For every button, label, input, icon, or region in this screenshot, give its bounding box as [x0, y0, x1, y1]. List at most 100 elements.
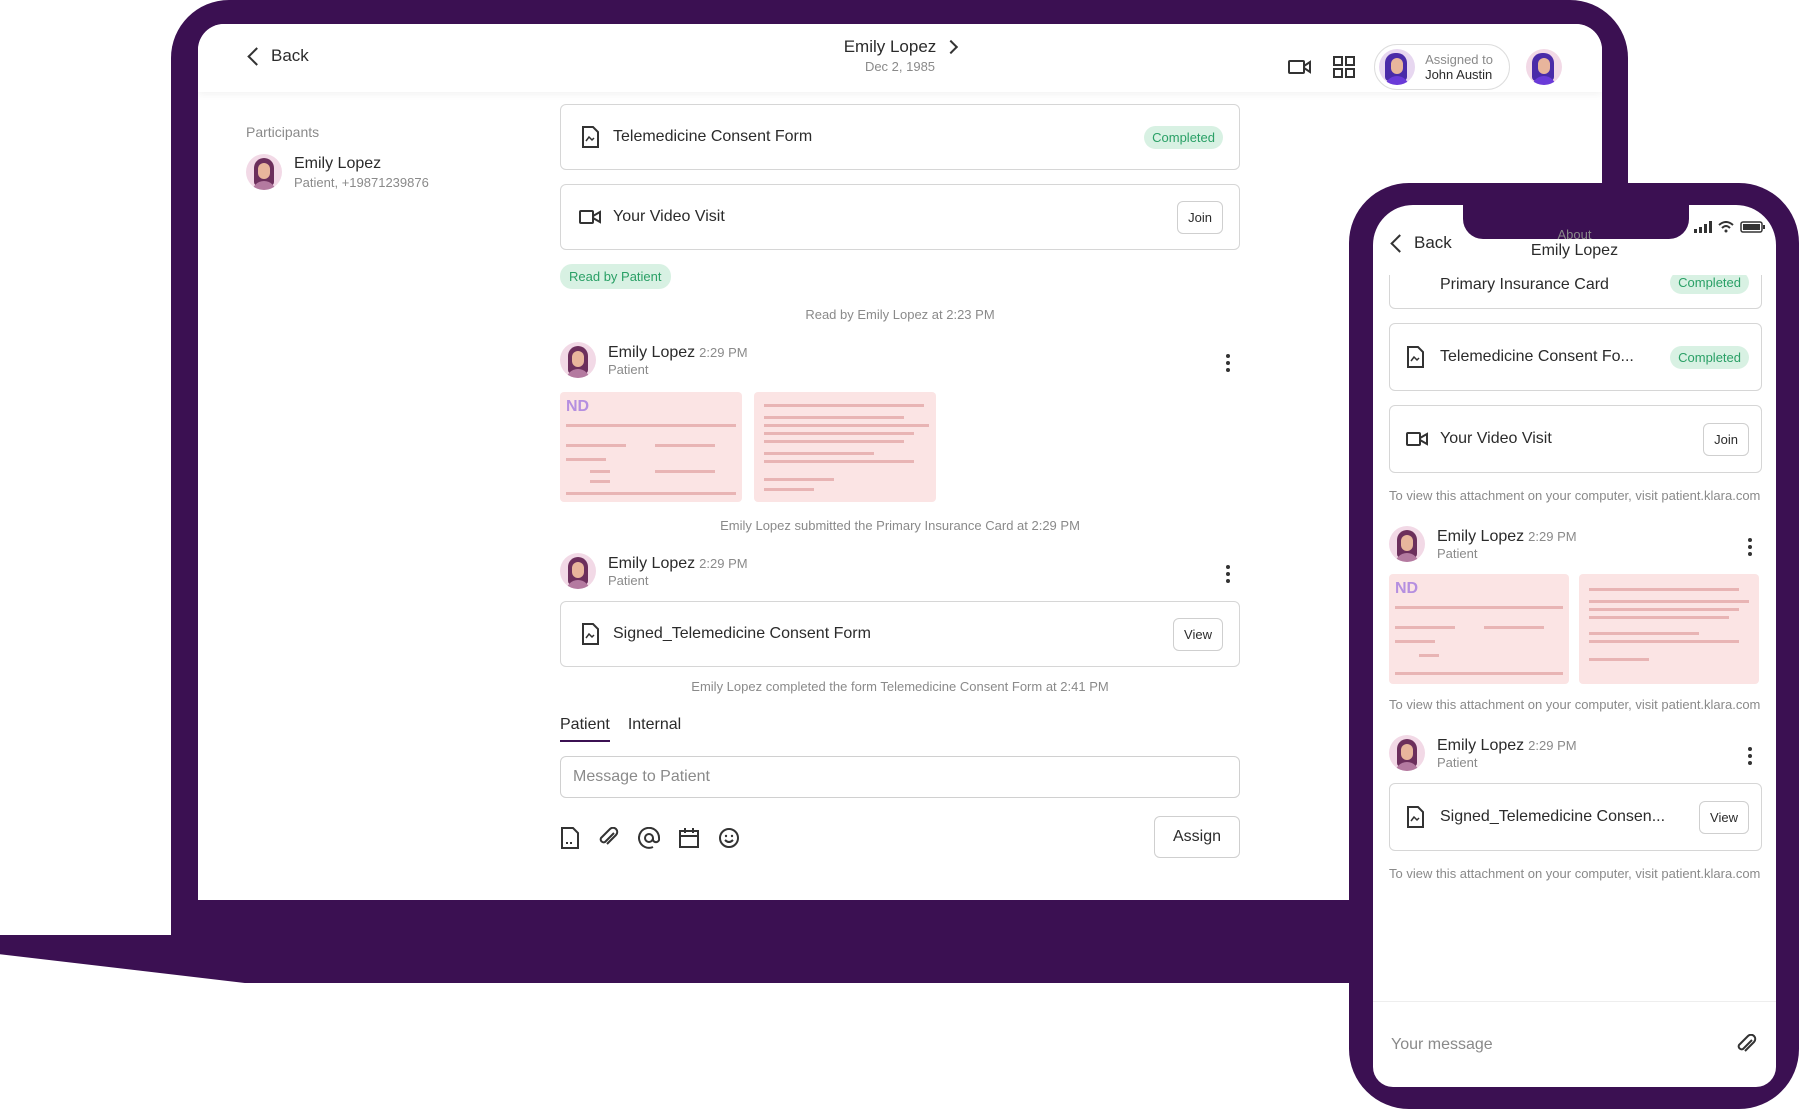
message-time: 2:29 PM	[1528, 737, 1577, 753]
status-badge: Completed	[1144, 125, 1223, 149]
assignee-avatar	[1379, 49, 1416, 85]
phone-feed: Primary Insurance Card Completed Telemed…	[1389, 275, 1762, 904]
participant-phone: Patient, +19871239876	[294, 174, 429, 190]
tab-internal[interactable]: Internal	[628, 716, 681, 742]
assigned-text: Assigned to John Austin	[1425, 52, 1493, 82]
submitted-system-line: Emily Lopez submitted the Primary Insura…	[720, 518, 1080, 533]
join-button[interactable]: Join	[1703, 422, 1749, 456]
video-camera-icon	[1406, 431, 1428, 447]
insurance-logo: ND	[566, 398, 590, 415]
emoji-icon[interactable]	[718, 827, 740, 849]
video-visit-card[interactable]: Your Video Visit Join	[560, 184, 1240, 250]
chevron-right-icon	[944, 39, 959, 55]
insurance-card-front-thumbnail[interactable]: ND	[1389, 574, 1569, 684]
assigned-label: Assigned to	[1425, 52, 1493, 67]
sender-avatar	[1389, 735, 1425, 771]
document-icon	[579, 623, 601, 645]
apps-grid-button[interactable]	[1330, 53, 1358, 81]
message-time: 2:29 PM	[699, 344, 748, 360]
sender-avatar	[1389, 526, 1425, 562]
read-badge-row: Read by Patient	[560, 264, 1240, 289]
document-icon	[1406, 806, 1428, 828]
compose-toolbar: Assign	[560, 816, 1240, 860]
view-button[interactable]: View	[1173, 617, 1223, 651]
video-call-button[interactable]	[1286, 53, 1314, 81]
consent-form-card[interactable]: Telemedicine Consent Fo... Completed	[1389, 323, 1762, 391]
insurance-logo: ND	[1395, 580, 1419, 597]
sender-avatar	[560, 553, 596, 589]
more-options-icon[interactable]	[1748, 538, 1752, 556]
read-badge: Read by Patient	[560, 264, 671, 289]
mention-icon[interactable]	[638, 827, 660, 849]
assigned-name: John Austin	[1425, 67, 1493, 82]
card-title: Signed_Telemedicine Consent Form	[613, 625, 871, 642]
insurance-card-back-thumbnail[interactable]	[1579, 574, 1759, 684]
patient-name-row[interactable]: Emily Lopez	[843, 37, 959, 57]
sender-avatar	[560, 342, 596, 378]
assign-button[interactable]: Assign	[1153, 816, 1240, 858]
laptop-base	[0, 935, 1360, 983]
card-title: Telemedicine Consent Fo...	[1440, 348, 1634, 365]
message-header: Emily Lopez 2:29 PM Patient	[1389, 526, 1762, 562]
sender-name: Emily Lopez	[608, 554, 696, 572]
consent-form-card[interactable]: Telemedicine Consent Form Completed	[560, 104, 1240, 170]
sender-role: Patient	[608, 572, 649, 588]
sender-role: Patient	[608, 361, 649, 377]
attachment-note: To view this attachment on your computer…	[1389, 866, 1761, 881]
phone-message-input[interactable]: Your message	[1373, 1001, 1776, 1087]
top-bar: Back Emily Lopez Dec 2, 1985 Assigned to…	[198, 24, 1602, 92]
read-system-line: Read by Emily Lopez at 2:23 PM	[805, 307, 995, 322]
phone-frame: Back About Emily Lopez Primary Insurance…	[1349, 183, 1799, 1109]
about-label: About	[1557, 227, 1592, 242]
signed-form-card[interactable]: Signed_Telemedicine Consen... View	[1389, 783, 1762, 851]
user-avatar[interactable]	[1526, 49, 1562, 85]
message-time: 2:29 PM	[1528, 528, 1577, 544]
form-icon[interactable]	[560, 827, 580, 849]
insurance-card-front-thumbnail[interactable]: ND	[560, 392, 742, 502]
card-title: Primary Insurance Card	[1440, 276, 1609, 293]
video-visit-card[interactable]: Your Video Visit Join	[1389, 405, 1762, 473]
phone-screen: Back About Emily Lopez Primary Insurance…	[1373, 205, 1776, 1087]
sender-role: Patient	[1437, 754, 1478, 770]
view-button[interactable]: View	[1699, 800, 1749, 834]
insurance-card-back-thumbnail[interactable]	[754, 392, 936, 502]
message-time: 2:29 PM	[699, 555, 748, 571]
sender-name: Emily Lopez	[1437, 736, 1525, 754]
message-placeholder: Message to Patient	[573, 768, 710, 785]
completed-system-line: Emily Lopez completed the form Telemedic…	[691, 679, 1109, 694]
attachment-thumbnails: ND	[560, 392, 1240, 502]
video-camera-icon	[1288, 60, 1312, 74]
sender-name: Emily Lopez	[608, 343, 696, 361]
more-options-icon[interactable]	[1748, 747, 1752, 765]
tab-patient[interactable]: Patient	[560, 716, 610, 742]
top-actions: Assigned to John Austin	[1286, 44, 1562, 90]
status-badge: Completed	[1670, 275, 1749, 294]
patient-name: Emily Lopez	[843, 37, 937, 56]
sender-name: Emily Lopez	[1437, 527, 1525, 545]
input-placeholder: Your message	[1391, 1035, 1493, 1053]
participants-label: Participants	[246, 124, 320, 140]
insurance-card-partial[interactable]: Primary Insurance Card Completed	[1389, 275, 1762, 309]
sender-role: Patient	[1437, 545, 1478, 561]
assigned-to-button[interactable]: Assigned to John Austin	[1374, 44, 1510, 90]
phone-title[interactable]: About Emily Lopez	[1373, 227, 1776, 260]
attachment-thumbnails: ND	[1389, 574, 1762, 684]
more-options-icon[interactable]	[1226, 354, 1230, 372]
more-options-icon[interactable]	[1226, 565, 1230, 583]
participants-panel: Participants Emily Lopez Patient, +19871…	[246, 124, 429, 190]
participant-item[interactable]: Emily Lopez Patient, +19871239876	[246, 154, 429, 190]
participant-name: Emily Lopez	[294, 154, 382, 172]
signed-form-card[interactable]: Signed_Telemedicine Consent Form View	[560, 601, 1240, 667]
message-input[interactable]: Message to Patient	[560, 756, 1240, 798]
attachment-note: To view this attachment on your computer…	[1389, 697, 1761, 712]
join-button[interactable]: Join	[1177, 200, 1223, 234]
paperclip-icon[interactable]	[1736, 1033, 1758, 1056]
attachment-note: To view this attachment on your computer…	[1389, 488, 1761, 503]
document-icon	[579, 126, 601, 148]
video-camera-icon	[579, 206, 601, 228]
paperclip-icon[interactable]	[598, 827, 620, 849]
grid-icon	[1333, 56, 1356, 78]
calendar-icon[interactable]	[678, 827, 700, 849]
message-feed: Telemedicine Consent Form Completed Your…	[560, 104, 1240, 860]
message-header: Emily Lopez 2:29 PM Patient	[560, 342, 1240, 378]
